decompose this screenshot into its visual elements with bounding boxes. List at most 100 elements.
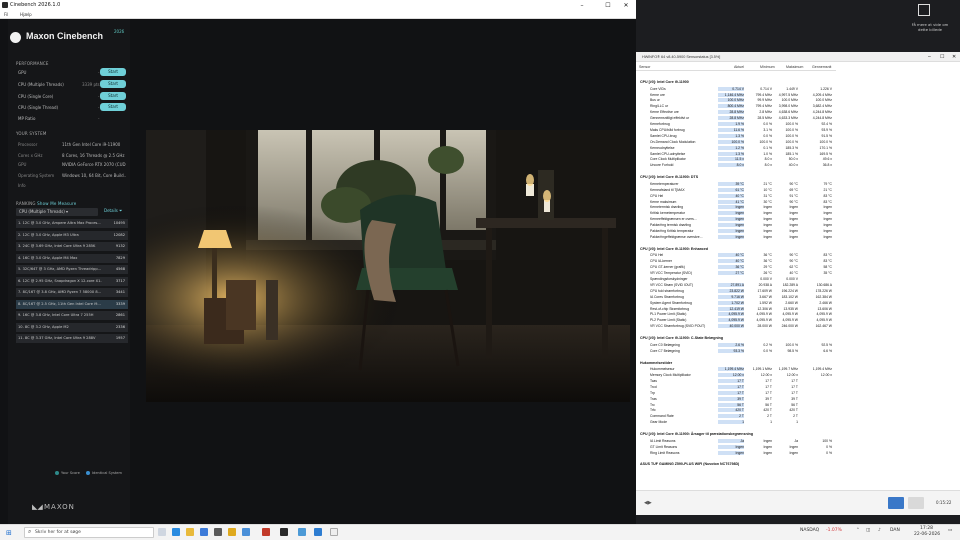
app-icon-blue[interactable] (242, 528, 250, 536)
col-max[interactable]: Maksimum (786, 65, 803, 69)
ranking-row[interactable]: 5. 32C/64T @ 3 GHz, AMD Ryzen Threadripp… (16, 265, 128, 274)
sensor-name: Rest-of-chip Strømforbrug (650, 306, 690, 311)
col-sensor[interactable]: Sensor (639, 65, 650, 69)
edge-icon[interactable] (172, 528, 180, 536)
sensor-group-header[interactable]: CPU [#0]: Intel Core i9-11900: Enhanced (640, 247, 836, 253)
ranking-row[interactable]: 7. 8C/16T @ 3.8 GHz, AMD Ryzen 7 5800X 8… (16, 288, 128, 297)
ranking-row[interactable]: 6. 12C @ 2.95 GHz, Snapdragon X 12-core … (16, 276, 128, 286)
start-windows-icon[interactable]: ⊞ (6, 529, 12, 537)
close-button[interactable]: ✕ (616, 0, 636, 11)
sensor-group-header[interactable]: CPU [#0]: Intel Core i9-11900 (640, 80, 836, 86)
sensor-min: 799.4 MHz (755, 92, 772, 97)
start-cpu-multi-button[interactable]: Start (100, 80, 126, 88)
sensor-group-header[interactable]: CPU [#0]: Intel Core i9-11900: DTS (640, 175, 836, 181)
hwinfo-close-button[interactable]: ✕ (952, 54, 956, 60)
perf-label: CPU (Single Core) (18, 94, 54, 99)
sensor-avg: Ingen (823, 205, 833, 210)
ranking-row[interactable]: 8. 8C/16T @ 2.5 GHz, 11th Gen Intel Core… (16, 299, 128, 309)
sensor-current: 41 °C (718, 199, 744, 204)
sensor-avg: 0 % (826, 450, 832, 455)
sensor-name: On-Demand Clock Modulation (650, 139, 696, 144)
store-icon[interactable] (214, 528, 222, 536)
sensor-row[interactable]: Gear Mode 1 1 1 (640, 420, 836, 426)
sensor-avg: 162.384 W (815, 294, 832, 299)
ranking-row-score: 3339 (115, 301, 125, 306)
sensor-max: Ingen (789, 223, 799, 228)
ranking-row[interactable]: 10. 8C @ 3.2 GHz, Apple M2 2336 (16, 322, 128, 332)
col-current[interactable]: Aktuel (734, 65, 744, 69)
sensor-max: 91 °C (789, 193, 798, 198)
sensor-current: Ingen (718, 211, 744, 216)
start-cpu-single-thread-button[interactable]: Start (100, 103, 126, 111)
ranking-row[interactable]: 4. 16C @ 3.0 GHz, Apple M4 Max 7829 (16, 253, 128, 263)
sensor-max: 90 °C (789, 259, 798, 264)
sensor-avg: 6.6 % (823, 348, 832, 353)
chrome-icon[interactable] (228, 528, 236, 536)
notification-center-icon[interactable]: ▭ (948, 528, 952, 533)
cinebench-taskbar-icon[interactable] (280, 528, 288, 536)
task-view-icon[interactable] (158, 528, 166, 536)
start-cpu-single-core-button[interactable]: Start (100, 92, 126, 100)
clock-time[interactable]: 17:28 (920, 526, 933, 531)
sensor-group-header[interactable]: Hukommelsestider (640, 361, 836, 367)
ticker-symbol[interactable]: NASDAQ (800, 528, 819, 533)
menu-help[interactable]: Hjælp (20, 12, 32, 17)
sensor-group-header[interactable]: ASUS TUF GAMING Z590-PLUS WIFI (Nuvoton … (640, 462, 836, 468)
col-min[interactable]: Minimum (760, 65, 775, 69)
desktop-spotlight-notification[interactable]: Få mere at vide om dette billede (910, 22, 950, 32)
menu-file[interactable]: Fil (4, 12, 8, 17)
sensor-max: 2 T (793, 414, 798, 419)
tray-network-icon[interactable]: ◫ (866, 528, 870, 533)
sensor-max: 420 T (789, 408, 798, 413)
mail-icon[interactable] (200, 528, 208, 536)
sensor-row[interactable]: VR VCC Strømforbrug (SVID POUT) 40.000 W 2… (640, 324, 836, 330)
ranking-type-dropdown[interactable]: CPU (Multiple Threads) ▾ (16, 208, 98, 216)
hwinfo-taskbar-icon[interactable] (298, 528, 306, 536)
search-icon: ⌕ (28, 528, 32, 535)
sensor-name: Memory Clock Multiplikator (650, 373, 691, 377)
details-button[interactable]: Details ⏷ (104, 208, 122, 213)
hwinfo-minimize-button[interactable]: – (928, 54, 931, 60)
sensor-max: 12.00 x (786, 373, 798, 377)
nav-arrows-icon[interactable]: ◀▶ (644, 500, 652, 506)
sensor-current: 8.0 x (718, 163, 744, 168)
sensor-current: 28.8 MHz (718, 116, 744, 121)
app-icon-red[interactable] (262, 528, 270, 536)
sensor-max: Ingen (789, 444, 799, 449)
sensor-avg: Ingen (823, 223, 833, 228)
start-gpu-button[interactable]: Start (100, 68, 126, 76)
sensor-group-header[interactable]: CPU [#0]: Intel Core i9-11900: Årsager t… (640, 432, 836, 438)
sensor-max: 62 °C (789, 265, 798, 270)
sensor-name: Trc (650, 402, 655, 407)
ranking-row[interactable]: 11. 8C @ 3.37 GHz, Intel Core Ultra 9 28… (16, 334, 128, 343)
sensor-current: Ja (718, 438, 744, 443)
tray-chevron-icon[interactable]: ⌃ (856, 528, 860, 533)
ranking-row[interactable]: 9. 16C @ 3.8 GHz, Intel Core Ultra 7 255… (16, 311, 128, 320)
hwinfo-maximize-button[interactable]: ☐ (940, 54, 944, 60)
sensor-row[interactable]: Ring Limit Reasons Ingen Ingen Ingen 0 % (640, 450, 836, 457)
language-indicator[interactable]: DAN (890, 528, 900, 533)
network-icon[interactable] (888, 497, 904, 509)
sensor-min: 2.8 MHz (759, 110, 772, 115)
file-explorer-icon[interactable] (186, 528, 194, 536)
app-icon-white[interactable] (330, 528, 338, 536)
settings-icon[interactable] (908, 497, 924, 509)
brand-name: Maxon Cinebench (26, 31, 104, 41)
ranking-row[interactable]: 2. 12C @ 3.0 GHz, Apple M3 Ultra 12082 (16, 230, 128, 240)
minimize-button[interactable]: – (572, 0, 592, 11)
taskbar-search-input[interactable]: Skriv her for at søge (24, 527, 154, 538)
maximize-button[interactable]: ☐ (598, 0, 618, 11)
ranking-row[interactable]: 3. 24C @ 3.69 GHz, Intel Core Ultra 9 28… (16, 242, 128, 251)
sensor-current: Ingen (718, 217, 744, 222)
sensor-row[interactable]: Uncore Forhold 8.0 x 8.0 x 40.0 x 36.8 x (640, 163, 836, 169)
clock-date[interactable]: 22-06-2026 (914, 532, 940, 537)
sensor-row[interactable]: Core C7 Belægning 93.3 % 0.0 % 98.5 % 6.6 % (640, 348, 836, 355)
col-avg[interactable]: Gennemsnit (812, 65, 831, 69)
app-icon-blue-2[interactable] (314, 528, 322, 536)
perf-row-cpu-single-thread: CPU (Single Thread) - Start (16, 103, 126, 112)
sensor-group-header[interactable]: CPU [#0]: Intel Core i9-11900: C-State B… (640, 336, 836, 342)
sensor-row[interactable]: Pakke/ringeffektgrænse overskre... Ingen I… (640, 234, 836, 241)
ranking-row[interactable]: 1. 12C @ 3.0 GHz, Ampere Altra Max Proce… (16, 219, 128, 228)
tray-volume-icon[interactable]: ♪ (878, 528, 881, 533)
show-me-measure-link[interactable]: Show Me Measure (37, 201, 76, 206)
